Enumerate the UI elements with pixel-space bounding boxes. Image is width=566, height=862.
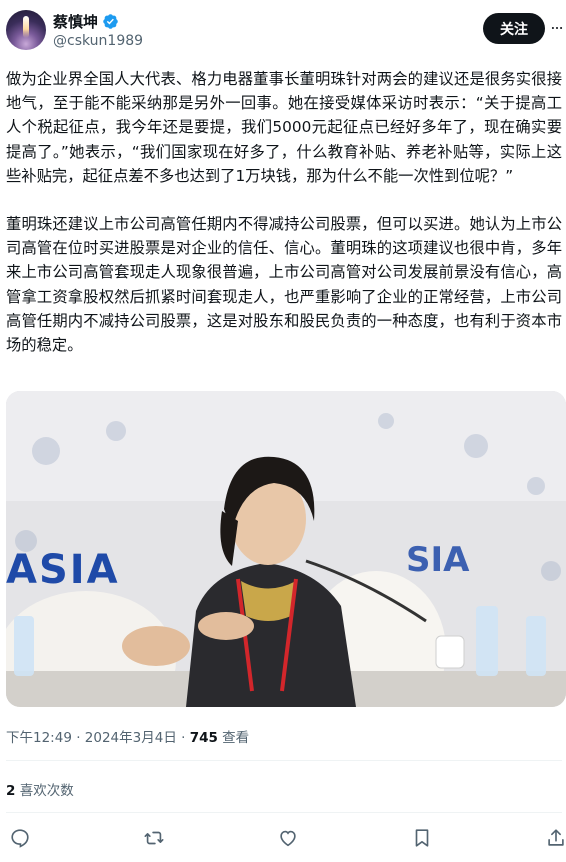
likes-summary[interactable]: 2 喜欢次数: [6, 779, 74, 799]
post-paragraph-2: 董明珠还建议上市公司高管任期内不得减持公司股票，但可以买进。她认为上市公司高管在…: [6, 215, 562, 355]
post-meta: 下午12:49 · 2024年3月4日 · 745 查看: [6, 726, 249, 746]
author-name-row: 蔡慎坤: [53, 11, 119, 32]
bookmark-icon[interactable]: [410, 826, 434, 850]
post-paragraph-1: 做为企业界全国人大代表、格力电器董事长董明珠针对两会的建议还是很务实很接地气，至…: [6, 70, 562, 185]
more-options-icon[interactable]: [550, 18, 564, 38]
like-icon[interactable]: [276, 826, 300, 850]
post-time[interactable]: 下午12:49: [6, 730, 72, 746]
avatar[interactable]: [6, 10, 46, 50]
post-body: 做为企业界全国人大代表、格力电器董事长董明珠针对两会的建议还是很务实很接地气，至…: [6, 67, 562, 381]
post-image-illustration: ASIA SIA: [6, 391, 566, 707]
follow-button[interactable]: 关注: [483, 13, 545, 44]
author-display-name[interactable]: 蔡慎坤: [53, 11, 98, 32]
svg-text:SIA: SIA: [406, 540, 470, 580]
views-label: 查看: [217, 730, 250, 746]
meta-separator: ·: [71, 730, 85, 746]
like-count: 2: [6, 783, 16, 799]
banner-text: ASIA: [6, 547, 120, 593]
verified-badge-icon: [102, 13, 119, 30]
action-bar: [0, 822, 566, 854]
divider: [6, 812, 562, 813]
post-date[interactable]: 2024年3月4日: [85, 730, 177, 746]
post-image[interactable]: ASIA SIA: [6, 391, 566, 707]
share-icon[interactable]: [544, 826, 566, 850]
post-header: 蔡慎坤 @cskun1989 关注: [0, 0, 566, 58]
author-handle[interactable]: @cskun1989: [53, 33, 143, 49]
views-count: 745: [189, 730, 218, 746]
reply-icon[interactable]: [8, 826, 32, 850]
divider: [6, 760, 562, 761]
likes-label: 喜欢次数: [15, 783, 74, 799]
repost-icon[interactable]: [142, 826, 166, 850]
meta-separator-2: ·: [176, 730, 190, 746]
